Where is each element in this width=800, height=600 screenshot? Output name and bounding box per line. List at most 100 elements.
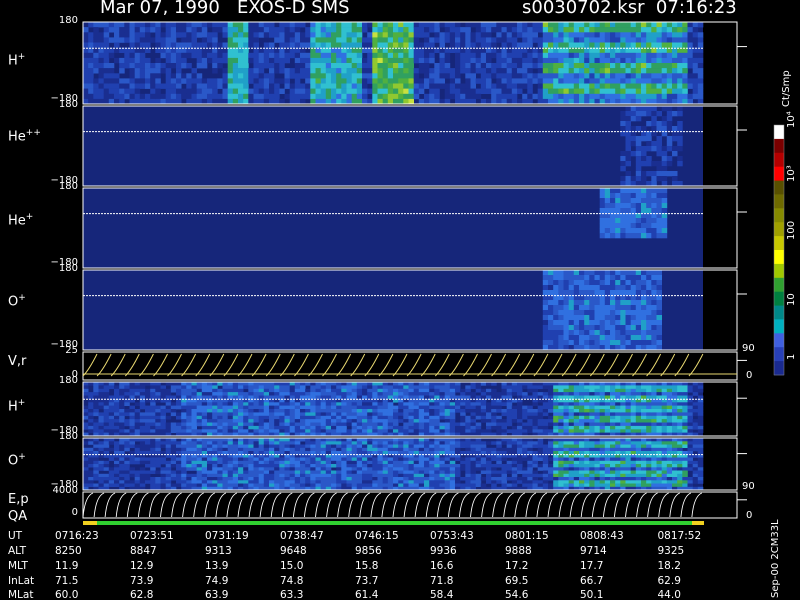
colorbar-tick: 10³ <box>786 165 797 182</box>
colorbar-swatch <box>774 347 784 362</box>
footer-vertical: Sep-00 2CM33L <box>770 519 781 598</box>
colorbar-swatch <box>774 208 784 223</box>
ephemeris-value: 0746:15 <box>355 530 399 542</box>
qa-bar-start <box>83 521 97 525</box>
colorbar-swatch <box>774 236 784 251</box>
qa-label: QA <box>8 509 28 524</box>
qa-bar <box>83 521 703 525</box>
energy-right-top: 90 <box>742 481 755 492</box>
ephemeris-value: 74.9 <box>205 575 229 587</box>
colorbar-tick: 10⁴ <box>786 111 797 128</box>
ephemeris-value: 61.4 <box>355 589 379 600</box>
velocity-right-top: 90 <box>742 343 755 354</box>
panel-label-o-plus-lower: O+ <box>8 452 26 469</box>
velocity-right-bottom: 0 <box>746 370 753 381</box>
panel-label-velocity: V,r <box>8 354 27 369</box>
tick-top-h-plus-lower: 180 <box>58 375 78 386</box>
colorbar-swatch <box>774 319 784 334</box>
ephemeris-value: 9714 <box>580 545 607 557</box>
panel-label-h-plus-spin: H+ <box>8 52 26 69</box>
ephemeris-value: 54.6 <box>505 589 529 600</box>
ephemeris-label: ALT <box>8 545 27 557</box>
ephemeris-value: 66.7 <box>580 575 604 587</box>
panel-label-o-plus-spin: O+ <box>8 293 26 310</box>
energy-trace <box>82 492 703 518</box>
ephemeris-value: 73.9 <box>130 575 154 587</box>
colorbar-swatch <box>774 305 784 320</box>
ephemeris-value: 0817:52 <box>657 530 702 542</box>
ephemeris-value: 0738:47 <box>280 530 324 542</box>
ephemeris-label: UT <box>8 530 23 542</box>
colorbar-swatch <box>774 333 784 348</box>
ephemeris-value: 0723:51 <box>130 530 174 542</box>
colorbar-swatch <box>774 125 784 140</box>
spectrogram-cells-o-plus-lower <box>83 438 704 491</box>
colorbar-tick: 1 <box>786 353 797 360</box>
ephemeris-value: 0731:19 <box>205 530 249 542</box>
ephemeris-value: 11.9 <box>55 560 79 572</box>
tick-top-o-plus-spin: 180 <box>58 263 78 274</box>
energy-right-bottom: 0 <box>746 510 753 521</box>
colorbar-swatch <box>774 222 784 237</box>
ephemeris-value: 0801:15 <box>505 530 549 542</box>
ephemeris-value: 13.9 <box>205 560 229 572</box>
colorbar-tick: 10 <box>786 293 797 306</box>
exos-d-sms-plot: Mar 07, 1990 EXOS-D SMS s0030702.ksr 07:… <box>0 0 800 600</box>
ephemeris-value: 71.8 <box>430 575 454 587</box>
ephemeris-value: 69.5 <box>505 575 529 587</box>
panel-label-he-plus: He+ <box>8 212 34 229</box>
ephemeris-value: 62.9 <box>657 575 681 587</box>
tick-bottom-energy: 0 <box>71 507 78 518</box>
ephemeris-value: 44.0 <box>657 589 681 600</box>
ephemeris-value: 17.2 <box>505 560 529 572</box>
ephemeris-value: 15.8 <box>355 560 379 572</box>
ephemeris-value: 0716:23 <box>55 530 99 542</box>
spectrogram-cells-h-plus-lower <box>83 382 704 437</box>
colorbar-swatch <box>774 361 784 376</box>
ephemeris-value: 60.0 <box>55 589 79 600</box>
tick-top-he-plus: 180 <box>58 181 78 192</box>
velocity-trace <box>82 353 704 377</box>
tick-top-velocity: 25 <box>65 345 78 356</box>
ephemeris-value: 63.3 <box>280 589 304 600</box>
ephemeris-value: 9856 <box>355 545 382 557</box>
spectrogram-canvas <box>82 21 785 525</box>
ephemeris-value: 71.5 <box>55 575 79 587</box>
colorbar-swatch <box>774 277 784 293</box>
panel-frame-velocity <box>82 351 738 381</box>
colorbar-swatch <box>774 291 784 306</box>
colorbar-swatch <box>774 180 784 195</box>
ephemeris-value: 15.0 <box>280 560 304 572</box>
panel-label-he-plusplus: He++ <box>8 128 41 145</box>
panel-bg-he-plusplus <box>83 106 703 186</box>
ephemeris-value: 8847 <box>130 545 157 557</box>
ephemeris-value: 74.8 <box>280 575 304 587</box>
ephemeris-label: MLat <box>8 589 34 600</box>
ephemeris-value: 9648 <box>280 545 307 557</box>
ephemeris-value: 9325 <box>657 545 685 557</box>
ephemeris-value: 9888 <box>505 545 532 557</box>
qa-bar-end <box>692 521 704 525</box>
spectrogram-cells-h-plus-spin <box>83 22 704 105</box>
ephemeris-label: InLat <box>8 575 35 587</box>
ephemeris-value: 62.8 <box>130 589 154 600</box>
colorbar-swatch <box>774 250 784 265</box>
ephemeris-value: 16.6 <box>430 560 454 572</box>
panel-label-h-plus-lower: H+ <box>8 398 26 415</box>
panel-label-energy: E,p <box>8 492 29 507</box>
ephemeris-value: 9936 <box>430 545 457 557</box>
colorbar-unit: Ct/Smp <box>781 70 792 107</box>
tick-top-he-plusplus: 180 <box>58 99 78 110</box>
ephemeris-value: 8250 <box>55 545 82 557</box>
ephemeris-value: 73.7 <box>355 575 379 587</box>
ephemeris-value: 0808:43 <box>580 530 624 542</box>
tick-top-h-plus-spin: 180 <box>58 15 78 26</box>
colorbar-swatch <box>774 194 784 209</box>
colorbar-swatch <box>774 166 784 181</box>
ephemeris-value: 58.4 <box>430 589 454 600</box>
ephemeris-value: 9313 <box>205 545 232 557</box>
tick-top-o-plus-lower: 180 <box>58 431 78 442</box>
ephemeris-value: 12.9 <box>130 560 154 572</box>
colorbar-swatch <box>774 138 784 154</box>
ephemeris-value: 0753:43 <box>430 530 474 542</box>
